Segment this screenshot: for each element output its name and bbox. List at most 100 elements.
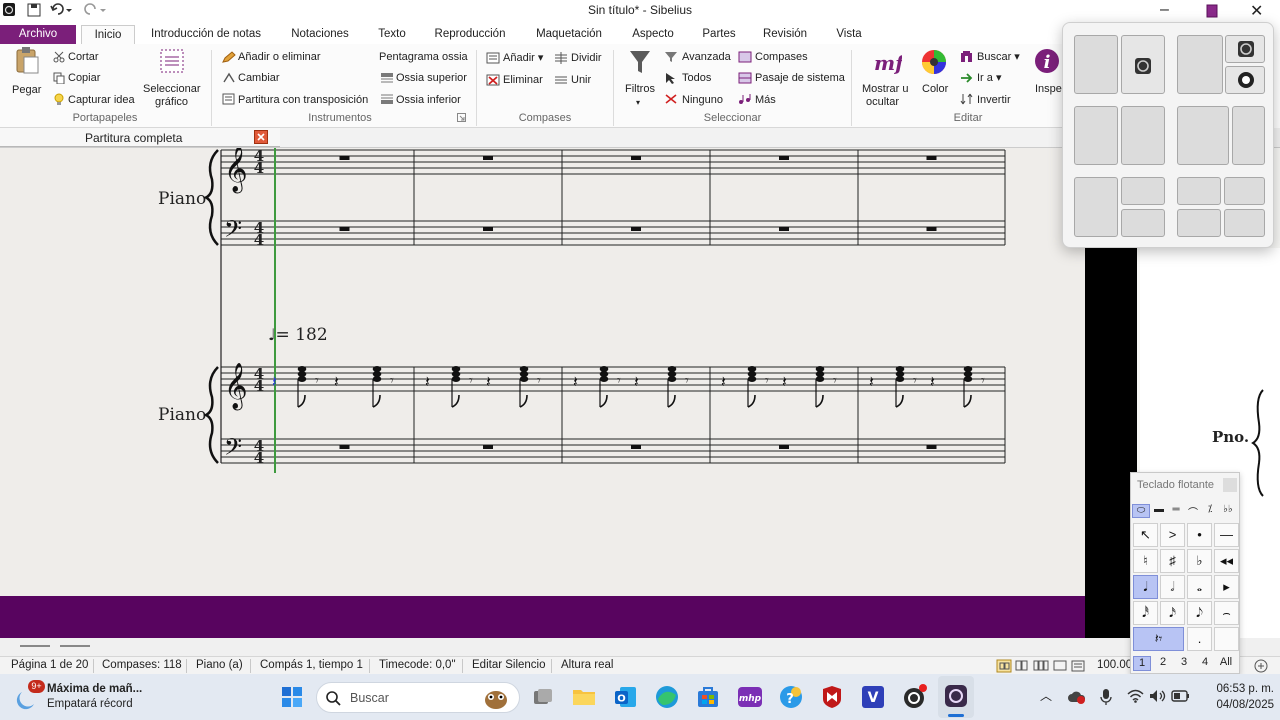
windows-start-icon[interactable] [282, 687, 302, 707]
scroll-thumb[interactable] [60, 645, 90, 647]
copy-button[interactable]: Copiar [68, 72, 100, 85]
delete-bar-button[interactable]: Eliminar [503, 74, 543, 87]
arrow-key[interactable]: ↖ [1133, 523, 1158, 547]
more-select-button[interactable]: Más [755, 94, 776, 107]
ossia-staff-button[interactable]: Pentagrama ossia [379, 51, 468, 64]
layout-number-2[interactable]: 2 [1154, 656, 1172, 671]
rewind-key[interactable]: ◂◂ [1214, 549, 1239, 573]
tab-revision[interactable]: Revisión [758, 25, 812, 44]
32nd-note-key[interactable]: 𝅘𝅥𝅰 [1133, 601, 1158, 625]
musescore-hub-icon[interactable]: mhp [737, 685, 763, 709]
split-bar-button[interactable]: Dividir [571, 52, 602, 65]
close-button[interactable]: ✕ [1250, 1, 1263, 21]
tie-key[interactable]: ⌢ [1214, 601, 1239, 625]
snap-layout-thirds-right[interactable] [1121, 106, 1165, 165]
tab-vista[interactable]: Vista [830, 25, 868, 44]
inspector-button[interactable]: i Inspec [1030, 48, 1062, 112]
blank-key[interactable] [1214, 627, 1239, 651]
snap-layouts-popup[interactable] [1062, 22, 1274, 248]
v-app-icon[interactable]: V [861, 685, 885, 709]
whole-note-key[interactable]: 𝅝 [1187, 575, 1212, 599]
volume-icon[interactable] [1149, 689, 1166, 703]
snap-layout-two-thirds[interactable] [1177, 35, 1223, 94]
layout-jazz[interactable]: ⁒ [1202, 504, 1218, 518]
tab-archivo[interactable]: Archivo [0, 25, 76, 44]
minimize-button[interactable]: – [1160, 1, 1169, 19]
capture-idea-button[interactable]: Capturar idea [68, 94, 135, 107]
floating-keypad[interactable]: Teclado flotante ⬭ ▬ ═ ⌒ ⁒ ♭♭ ↖ > • — ♮ ♯ ♭ ◂◂ 𝅘… [1130, 472, 1240, 674]
tips-icon[interactable]: ? [778, 684, 804, 710]
wifi-icon[interactable] [1127, 689, 1144, 703]
snap-layout-thirds-left[interactable] [1074, 106, 1118, 165]
layout-common-notes[interactable]: ⬭ [1132, 504, 1150, 518]
snap-layout-right-half[interactable] [1121, 35, 1165, 94]
half-note-key[interactable]: 𝅗𝅥 [1160, 575, 1185, 599]
snap-layout-bottom-right[interactable] [1225, 66, 1265, 94]
snap-layout-wide-left[interactable] [1177, 106, 1229, 165]
layout-number-4[interactable]: 4 [1196, 656, 1214, 671]
layout-articulations[interactable]: ⌒ [1185, 504, 1201, 519]
layout-accidentals[interactable]: ♭♭ [1219, 504, 1237, 518]
layout-more-notes[interactable]: ▬ [1151, 504, 1167, 518]
maximize-button[interactable] [1206, 4, 1218, 18]
layout-number-3[interactable]: 3 [1175, 656, 1193, 671]
tab-reproduccion[interactable]: Reproducción [430, 25, 510, 44]
mcafee-icon[interactable] [820, 685, 844, 709]
add-remove-instruments-button[interactable]: Añadir o eliminar [238, 51, 321, 64]
system-passage-button[interactable]: Pasaje de sistema [755, 72, 845, 85]
filters-button[interactable]: Filtros ▾ [622, 48, 658, 112]
keypad-close-button[interactable] [1223, 478, 1237, 492]
select-all-button[interactable]: Todos [682, 72, 711, 85]
store-icon[interactable] [696, 685, 720, 709]
clock-time[interactable]: 06:53 p. m. [1196, 683, 1274, 695]
edge-icon[interactable] [655, 685, 679, 709]
snap-layout-quad-left[interactable] [1074, 177, 1118, 237]
transposing-score-button[interactable]: Partitura con transposición [238, 94, 368, 107]
join-bar-button[interactable]: Unir [571, 74, 591, 87]
tab-notaciones[interactable]: Notaciones [284, 25, 356, 44]
play-key[interactable]: ▸ [1214, 575, 1239, 599]
select-none-button[interactable]: Ninguno [682, 94, 723, 107]
tab-maquetacion[interactable]: Maquetación [530, 25, 608, 44]
staccato-key[interactable]: • [1187, 523, 1212, 547]
tab-aspecto[interactable]: Aspecto [626, 25, 680, 44]
snap-layout-left-half[interactable] [1074, 35, 1118, 94]
find-button[interactable]: Buscar ▾ [977, 51, 1020, 64]
snap-layout-grid-bl[interactable] [1177, 209, 1221, 237]
cut-button[interactable]: Cortar [68, 51, 99, 64]
task-view-icon[interactable] [533, 688, 553, 706]
select-graphic-button[interactable]: Seleccionar gráfico [143, 48, 201, 112]
show-hide-button[interactable]: mf Mostrar u ocultar [860, 48, 916, 112]
zoom-level[interactable]: 100.00 [1097, 659, 1132, 671]
scroll-thumb[interactable] [20, 645, 50, 647]
layout-beams[interactable]: ═ [1168, 504, 1184, 518]
microphone-icon[interactable] [1100, 688, 1112, 706]
tray-overflow-icon[interactable]: ︿ [1040, 687, 1052, 704]
file-explorer-icon[interactable] [572, 686, 596, 706]
tab-texto[interactable]: Texto [370, 25, 414, 44]
outlook-icon[interactable]: O [614, 685, 638, 709]
close-tab-icon[interactable] [254, 130, 268, 144]
snap-layout-grid-br[interactable] [1224, 209, 1265, 237]
add-bar-button[interactable]: Añadir ▾ [503, 52, 543, 65]
snap-layout-grid-tl[interactable] [1177, 177, 1221, 205]
tab-partes[interactable]: Partes [698, 25, 740, 44]
advanced-select-button[interactable]: Avanzada [682, 51, 731, 64]
obs-taskbar-icon[interactable] [902, 684, 928, 710]
16th-note-key[interactable]: 𝅘𝅥𝅯 [1160, 601, 1185, 625]
quarter-note-key[interactable]: 𝅘𝅥 [1133, 575, 1158, 599]
invert-button[interactable]: Invertir [977, 94, 1011, 107]
view-mode-icons[interactable] [996, 659, 1088, 673]
accent-key[interactable]: > [1160, 523, 1185, 547]
status-page[interactable]: Página 1 de 20 [11, 659, 88, 671]
layout-all[interactable]: All [1215, 656, 1237, 671]
tab-inicio[interactable]: Inicio [81, 25, 135, 44]
snap-layout-top-right[interactable] [1225, 35, 1265, 63]
change-instrument-button[interactable]: Cambiar [238, 72, 280, 85]
rest-key[interactable]: 𝄽𝄾 [1133, 627, 1184, 651]
clock-date[interactable]: 04/08/2025 [1196, 699, 1274, 711]
sibelius-taskbar-button[interactable] [938, 676, 974, 718]
sharp-key[interactable]: ♯ [1160, 549, 1185, 573]
eighth-note-key[interactable]: 𝅘𝅥𝅮 [1187, 601, 1212, 625]
zoom-in-icon[interactable] [1254, 659, 1268, 673]
